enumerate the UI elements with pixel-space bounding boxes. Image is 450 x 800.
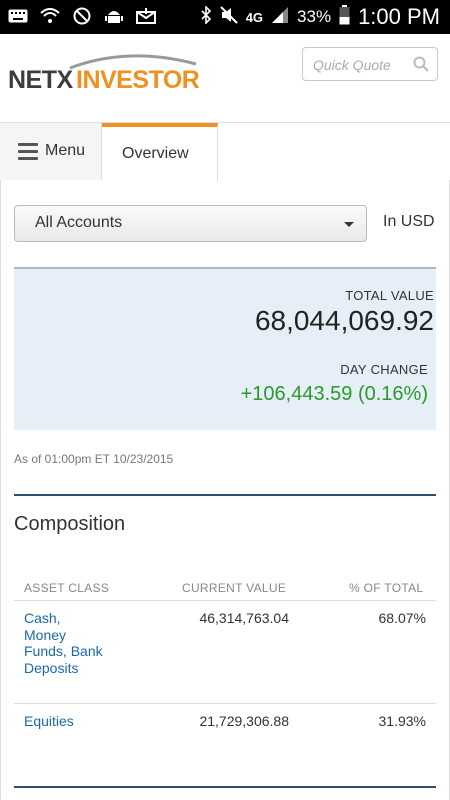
header-asset-class: ASSET CLASS bbox=[24, 581, 110, 595]
logo-investor-text: INVESTOR bbox=[76, 66, 200, 94]
table-header-divider bbox=[14, 600, 436, 601]
tab-overview[interactable]: Overview bbox=[102, 123, 218, 181]
tab-bar-filler bbox=[218, 123, 450, 180]
asset-class-link[interactable]: Equities bbox=[24, 713, 74, 730]
notification-icons bbox=[8, 6, 156, 26]
menu-label: Menu bbox=[45, 142, 86, 159]
keyboard-icon bbox=[8, 6, 28, 26]
day-change-label: DAY CHANGE bbox=[340, 362, 428, 377]
logo-netx-text: NETX bbox=[8, 66, 73, 94]
composition-title: Composition bbox=[14, 513, 126, 535]
mute-icon bbox=[219, 5, 238, 29]
account-summary: TOTAL VALUE 68,044,069.92 DAY CHANGE +10… bbox=[14, 267, 436, 430]
clock: 1:00 PM bbox=[358, 4, 440, 29]
system-icons: 4G 33% 1:00 PM bbox=[200, 4, 440, 30]
asset-class-link[interactable]: Cash, Money Funds, Bank Deposits bbox=[24, 610, 104, 676]
quick-quote-box bbox=[302, 47, 438, 81]
section-divider bbox=[14, 494, 436, 496]
pct-total-cell: 31.93% bbox=[378, 713, 426, 729]
pct-total-cell: 68.07% bbox=[378, 610, 426, 626]
currency-label: In USD bbox=[383, 213, 435, 230]
android-icon bbox=[104, 6, 124, 26]
app-header: NETX INVESTOR bbox=[0, 34, 450, 122]
status-bar: 4G 33% 1:00 PM bbox=[0, 0, 450, 34]
battery-percent: 33% bbox=[297, 7, 332, 26]
mail-download-icon bbox=[136, 6, 156, 26]
do-not-disturb-icon bbox=[72, 6, 92, 26]
as-of-timestamp: As of 01:00pm ET 10/23/2015 bbox=[14, 452, 174, 466]
current-value-cell: 21,729,306.88 bbox=[199, 713, 289, 729]
hamburger-icon bbox=[18, 143, 38, 164]
current-value-cell: 46,314,763.04 bbox=[199, 610, 289, 626]
total-value: 68,044,069.92 bbox=[254, 305, 434, 336]
header-current-value: CURRENT VALUE bbox=[182, 581, 287, 595]
quick-quote-input[interactable] bbox=[311, 54, 415, 76]
day-change-value: +106,443.59 (0.16%) bbox=[240, 383, 428, 405]
bluetooth-icon bbox=[200, 4, 212, 29]
caret-down-icon bbox=[344, 222, 354, 227]
tab-bar: Menu Overview bbox=[0, 122, 450, 181]
signal-icon bbox=[271, 6, 289, 29]
account-dropdown[interactable]: All Accounts bbox=[14, 205, 367, 242]
section-divider bbox=[14, 786, 436, 788]
netx-investor-logo[interactable]: NETX INVESTOR bbox=[8, 52, 200, 96]
network-type-label: 4G bbox=[245, 9, 264, 25]
wifi-question-icon bbox=[40, 6, 60, 26]
menu-button[interactable]: Menu bbox=[0, 123, 102, 180]
total-value-label: TOTAL VALUE bbox=[345, 288, 434, 303]
search-icon[interactable] bbox=[413, 56, 429, 77]
battery-icon bbox=[339, 4, 350, 30]
account-dropdown-value: All Accounts bbox=[35, 214, 123, 231]
tab-overview-label: Overview bbox=[122, 145, 189, 162]
table-row-divider bbox=[14, 703, 436, 704]
header-pct-of-total: % OF TOTAL bbox=[349, 581, 424, 595]
